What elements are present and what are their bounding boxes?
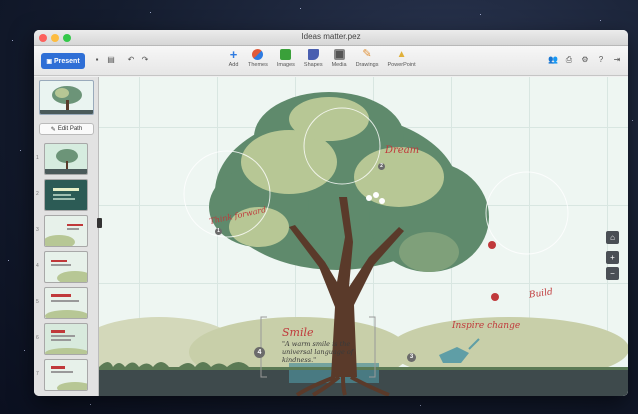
right-tools: 👥 ⎙ ⚙ ? ⇥ (548, 55, 622, 65)
window-title: Ideas matter.pez (301, 32, 361, 41)
slide-number: 4 (36, 263, 39, 269)
add-button[interactable]: + Add (228, 47, 239, 68)
powerpoint-icon: ▲ (396, 49, 407, 60)
shapes-button[interactable]: Shapes (304, 49, 323, 68)
slide-preview (53, 188, 79, 200)
slide-preview (45, 224, 83, 246)
zoom-out-button[interactable]: − (606, 267, 619, 280)
exit-icon[interactable]: ⇥ (612, 55, 622, 65)
collaborators-icon[interactable]: 👥 (548, 55, 558, 65)
inspire-change-title[interactable]: Inspire change (452, 321, 520, 331)
slide-number: 3 (36, 227, 39, 233)
zoom-in-icon: + (610, 253, 615, 262)
home-view-button[interactable]: ⌂ (606, 231, 619, 244)
slide-thumbnail[interactable] (44, 287, 88, 319)
themes-label: Themes (248, 62, 268, 68)
drawings-label: Drawings (355, 62, 379, 68)
themes-icon (252, 49, 264, 60)
present-button[interactable]: ▣ Present (41, 53, 85, 69)
redo-icon[interactable]: ↷ (140, 55, 150, 65)
pencil-icon: ✎ (50, 126, 56, 133)
slide-preview (45, 294, 87, 318)
zoom-out-icon: − (610, 269, 615, 278)
app-window: Ideas matter.pez ▣ Present ▪ ▤ ↶ ↷ + Add… (34, 30, 628, 396)
images-icon (280, 49, 292, 60)
help-icon[interactable]: ? (596, 55, 606, 65)
slide-number: 1 (36, 155, 39, 161)
media-label: Media (331, 62, 347, 68)
drawings-button[interactable]: ✎ Drawings (355, 48, 379, 69)
media-icon (333, 49, 345, 60)
images-label: Images (276, 62, 295, 68)
insert-toolbar: + Add Themes Images Shapes Media ✎ Drawi… (228, 47, 425, 69)
slide-preview (45, 149, 87, 174)
slide-thumbnail[interactable] (44, 179, 88, 211)
slide-preview (51, 366, 87, 390)
smile-quote[interactable]: "A warm smile is the universal language … (282, 340, 372, 364)
path-marker[interactable]: 4 (254, 347, 265, 358)
present-label: Present (53, 57, 80, 65)
path-sidebar: ✎ Edit Path 1 2 3 4 5 6 7 (34, 77, 99, 396)
path-marker[interactable]: 2 (378, 163, 385, 170)
print-icon[interactable]: ⎙ (564, 55, 574, 65)
path-marker[interactable]: 1 (215, 228, 222, 235)
toolbar: ▣ Present ▪ ▤ ↶ ↷ + Add Themes Images Sh… (34, 46, 628, 76)
title-bar: Ideas matter.pez (34, 30, 628, 46)
slide-number: 2 (36, 191, 39, 197)
powerpoint-label: PowerPoint (387, 62, 416, 68)
present-icon: ▣ (46, 58, 52, 65)
slide-thumbnail[interactable] (44, 143, 88, 175)
smile-title[interactable]: Smile (282, 326, 314, 339)
dream-title[interactable]: Dream (385, 145, 419, 156)
sidebar-collapse-handle[interactable] (97, 218, 102, 228)
edit-path-button[interactable]: ✎ Edit Path (39, 123, 94, 135)
media-button[interactable]: Media (332, 49, 347, 68)
drawings-icon: ✎ (362, 48, 372, 60)
save-icon[interactable]: ▤ (106, 55, 116, 65)
images-button[interactable]: Images (277, 49, 295, 68)
shapes-label: Shapes (303, 62, 323, 68)
path-marker[interactable]: 3 (407, 353, 416, 362)
new-file-icon[interactable]: ▪ (92, 55, 102, 65)
plus-icon: + (229, 47, 238, 62)
zoom-in-button[interactable]: + (606, 251, 619, 264)
slide-number: 5 (36, 299, 39, 305)
undo-icon[interactable]: ↶ (126, 55, 136, 65)
slide-thumbnail[interactable] (44, 251, 88, 283)
slide-preview (51, 260, 87, 282)
slide-number: 7 (36, 371, 39, 377)
slide-preview (45, 330, 87, 354)
overview-thumbnail[interactable] (39, 80, 94, 115)
settings-gear-icon[interactable]: ⚙ (580, 55, 590, 65)
themes-button[interactable]: Themes (248, 49, 268, 68)
powerpoint-button[interactable]: ▲ PowerPoint (388, 49, 416, 68)
home-icon: ⌂ (610, 233, 615, 242)
slide-thumbnail[interactable] (44, 323, 88, 355)
edit-path-label: Edit Path (57, 126, 83, 132)
slide-thumbnail[interactable] (44, 215, 88, 247)
overview-tree-preview (40, 86, 93, 114)
slide-number: 6 (36, 335, 39, 341)
add-label: Add (228, 62, 239, 68)
shapes-icon (307, 49, 319, 60)
presentation-canvas[interactable]: Dream Think forward Build Smile "A warm … (99, 77, 628, 396)
slide-thumbnail[interactable] (44, 359, 88, 391)
